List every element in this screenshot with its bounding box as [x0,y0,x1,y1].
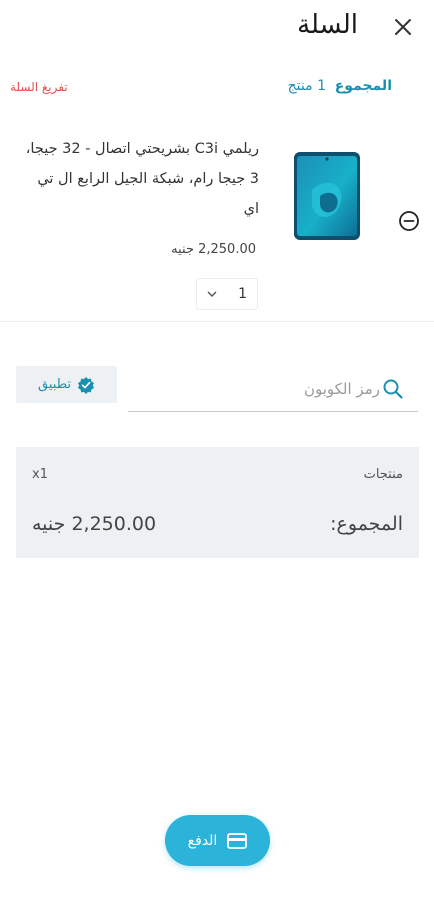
cart-summary-row: المجموع 1 منتج تفريغ السلة [0,74,434,104]
quantity-value: 1 [238,286,247,302]
product-price: 2,250.00 جنيه [171,242,256,257]
coupon-input[interactable] [150,374,380,404]
phone-image [294,152,360,240]
grand-total-value: 2,250.00 جنيه [32,513,157,535]
cart-item: ريلمي C3i بشريحتي اتصال - 32 جيجا، 3 جيج… [0,118,434,322]
apply-label: تطبيق [38,377,71,392]
remove-circle-icon [399,211,419,231]
page-title: السلة [297,10,358,40]
products-quantity: x1 [32,467,48,482]
cart-header: السلة [0,0,434,60]
order-totals-panel: منتجات x1 المجموع: 2,250.00 جنيه [16,447,419,558]
search-icon[interactable] [382,378,404,400]
total-label: المجموع [334,78,392,94]
product-name: ريلمي C3i بشريحتي اتصال - 32 جيجا، 3 جيج… [25,141,259,217]
grand-total-label: المجموع: [330,513,403,535]
coupon-field [128,364,418,412]
item-count: 1 منتج [287,78,326,94]
pay-button[interactable]: الدفع [165,815,270,866]
coupon-section: تطبيق [0,358,434,418]
remove-item-button[interactable] [398,210,420,236]
verified-check-icon [77,376,94,394]
close-icon [395,19,411,35]
pay-label: الدفع [187,832,218,849]
chevron-down-icon [207,291,217,297]
apply-coupon-button[interactable]: تطبيق [16,366,117,403]
quantity-select[interactable]: 1 [196,278,258,310]
clear-cart-link[interactable]: تفريغ السلة [10,80,68,94]
credit-card-icon [227,832,248,849]
close-button[interactable] [390,14,416,40]
products-label: منتجات [363,467,403,482]
